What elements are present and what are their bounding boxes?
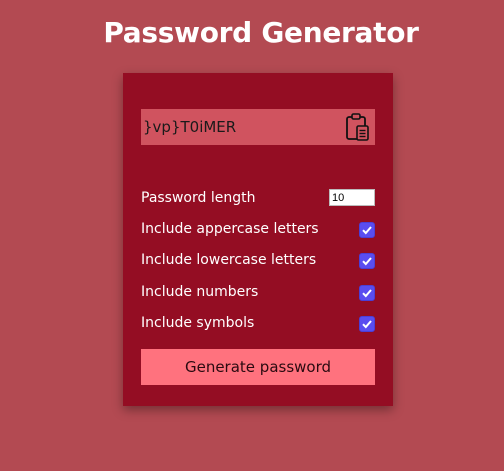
generator-card: }vp}T0iMER Password length Include apper…: [123, 73, 393, 406]
password-length-row: Password length: [141, 188, 375, 210]
password-result-box: }vp}T0iMER: [141, 109, 375, 145]
numbers-checkbox[interactable]: [359, 285, 375, 301]
copy-clipboard-button[interactable]: [344, 112, 370, 142]
password-length-input[interactable]: [329, 189, 375, 206]
check-icon: [362, 226, 372, 235]
symbols-checkbox[interactable]: [359, 316, 375, 332]
check-icon: [362, 320, 372, 329]
option-lowercase-row: Include lowercase letters: [141, 250, 375, 272]
option-numbers-row: Include numbers: [141, 282, 375, 304]
option-label: Include appercase letters: [141, 221, 319, 237]
generate-password-button[interactable]: Generate password: [141, 349, 375, 385]
password-length-label: Password length: [141, 190, 256, 206]
option-symbols-row: Include symbols: [141, 313, 375, 335]
clipboard-icon: [346, 113, 369, 141]
check-icon: [362, 257, 372, 266]
generated-password: }vp}T0iMER: [143, 118, 237, 136]
page-title: Password Generator: [103, 16, 419, 49]
option-label: Include symbols: [141, 315, 255, 331]
check-icon: [362, 289, 372, 298]
option-uppercase-row: Include appercase letters: [141, 219, 375, 241]
lowercase-checkbox[interactable]: [359, 253, 375, 269]
option-label: Include lowercase letters: [141, 252, 317, 268]
uppercase-checkbox[interactable]: [359, 222, 375, 238]
option-label: Include numbers: [141, 284, 259, 300]
